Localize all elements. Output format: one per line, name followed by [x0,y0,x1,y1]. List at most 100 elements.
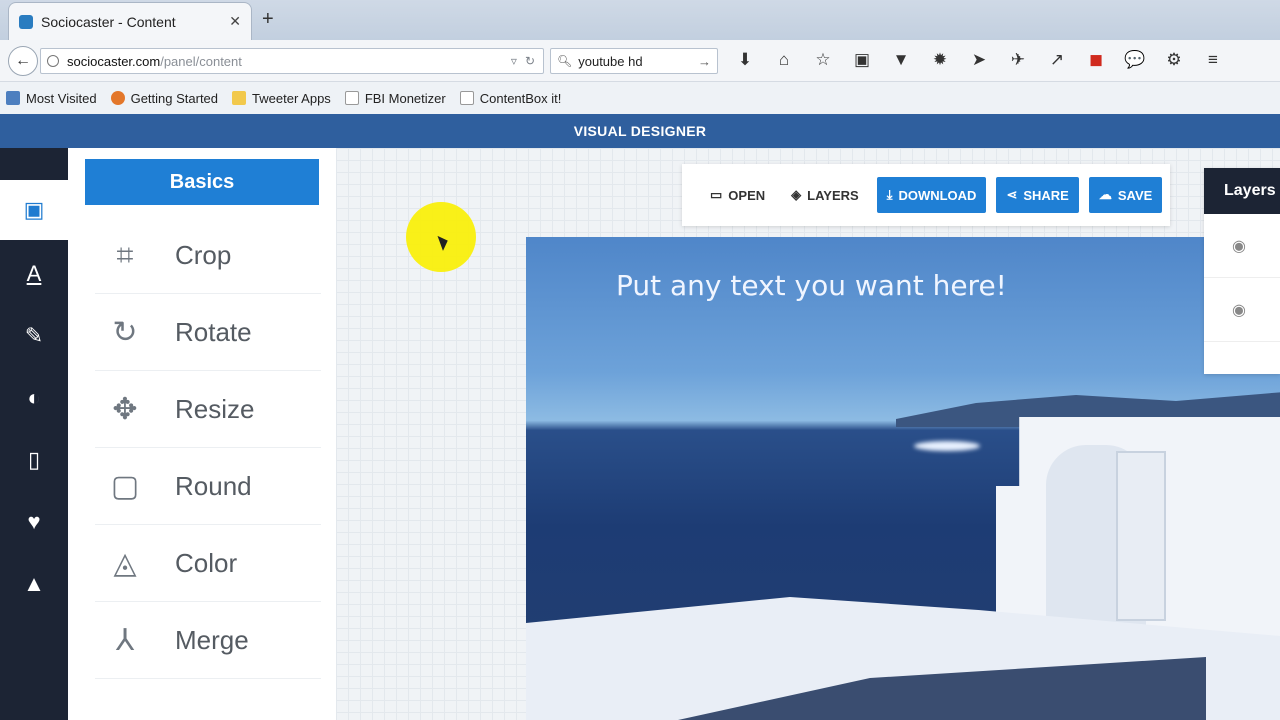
resize-tool[interactable]: ✥ Resize [95,372,321,448]
bookmark-label: ContentBox it! [479,90,562,106]
bookmark-label: Getting Started [130,90,219,106]
photo-boat-light [914,441,980,451]
text-icon: A [26,261,42,286]
button-label: LAYERS [807,187,859,203]
nav-background[interactable]: ▲ [0,554,68,614]
folder-icon: ▭ [710,187,723,202]
design-canvas[interactable]: Put any text you want here! [526,237,1280,720]
layer-row[interactable]: ◉ [1204,278,1280,342]
search-input[interactable]: youtube hd [578,54,642,69]
download-button[interactable]: ⤓ DOWNLOAD [876,177,987,213]
firefox-icon [110,91,125,105]
tab-title: Sociocaster - Content [41,13,176,30]
red-square-icon[interactable]: ◼ [1083,50,1109,70]
chat-icon[interactable]: 💬 [1122,50,1148,70]
crop-tool[interactable]: ⌗ Crop [95,218,321,294]
reload-icon[interactable]: ↻ [525,54,535,68]
bookmark-fbi-monetizer[interactable]: FBI Monetizer [344,90,446,106]
save-button[interactable]: ☁ SAVE [1088,177,1163,213]
page-title: VISUAL DESIGNER [573,123,707,139]
search-go-icon[interactable]: → [698,54,711,69]
tool-label: Resize [175,394,255,424]
bookmark-tweeter-apps[interactable]: Tweeter Apps [232,91,331,106]
app-header: VISUAL DESIGNER [0,114,1280,148]
photo-door [1116,451,1166,621]
pocket-icon[interactable]: ▼ [888,50,914,70]
color-tool[interactable]: ◬ Color [95,526,321,602]
bookmark-contentbox[interactable]: ContentBox it! [459,90,562,106]
layers-button[interactable]: ◈ LAYERS [783,187,867,203]
merge-icon: ⅄ [115,624,135,657]
page-icon [459,91,474,105]
browser-tab-bar: Sociocaster - Content ✕ + [0,0,1280,40]
bookmark-most-visited[interactable]: Most Visited [6,91,97,106]
browser-tab[interactable]: Sociocaster - Content ✕ [8,2,252,40]
nav-frame[interactable]: ▯ [0,430,68,490]
tool-label: Crop [175,240,232,270]
nav-brush[interactable]: ✎ [0,306,68,366]
open-button[interactable]: ▭ OPEN [702,187,773,203]
canvas-text-layer[interactable]: Put any text you want here! [616,269,1007,302]
tool-label: Merge [175,625,249,655]
landscape-icon: ▲ [23,571,45,596]
round-icon: ▢ [110,470,140,503]
star-icon[interactable]: ☆ [810,50,836,70]
nav-text[interactable]: A [0,244,68,304]
home-icon[interactable]: ⌂ [771,50,797,70]
tools-icon[interactable]: ✈ [1005,50,1031,70]
eye-icon[interactable]: ◉ [1232,300,1246,320]
tools-panel: Basics ⌗ Crop ↻ Rotate ✥ Resize ▢ Round ◬ Col… [68,148,336,720]
layer-row[interactable]: ◉ [1204,214,1280,278]
close-tab-icon[interactable]: ✕ [229,13,241,30]
bookmarks-icon [6,91,20,105]
address-bar[interactable]: sociocaster.com/panel/content ▿ ↻ [40,48,544,74]
url-host: sociocaster.com [67,53,161,69]
new-tab-icon[interactable]: + [262,8,274,31]
clipboard-icon[interactable]: ▣ [849,50,875,70]
globe-icon [47,55,59,67]
round-tool[interactable]: ▢ Round [95,449,321,525]
rotate-tool[interactable]: ↻ Rotate [95,295,321,371]
extension-icon[interactable]: ✹ [927,50,953,70]
download-icon[interactable]: ⬇ [732,50,758,70]
button-label: SHARE [1023,187,1069,203]
nav-stickers[interactable]: ♥ [0,492,68,552]
eye-icon[interactable]: ◉ [1232,236,1246,256]
bookmark-label: Most Visited [26,90,97,106]
merge-tool[interactable]: ⅄ Merge [95,603,321,679]
nav-image[interactable]: ▣ [0,180,68,240]
folder-icon [232,91,247,105]
bookmark-label: FBI Monetizer [364,90,446,106]
search-icon: 🔍︎ [557,54,573,68]
puzzle-icon[interactable]: ⚙ [1161,50,1187,70]
pin-icon[interactable]: ↗ [1044,50,1070,70]
resize-icon: ✥ [112,393,138,426]
section-title: Basics [169,170,235,193]
image-icon: ▣ [23,197,45,222]
button-label: DOWNLOAD [898,187,977,203]
bookmark-getting-started[interactable]: Getting Started [110,90,219,106]
designer-left-nav: ▣ A ✎ ◐ ▯ ♥ ▲ [0,148,68,720]
back-button[interactable]: ← [8,46,38,76]
search-bar[interactable]: 🔍︎ youtube hd → [550,48,718,74]
tool-label: Rotate [175,317,252,347]
bookmarks-bar: Most Visited Getting Started Tweeter App… [0,82,1280,114]
brush-icon: ✎ [24,323,44,348]
url-path: /panel/content [160,53,242,69]
basics-section-header[interactable]: Basics [85,159,319,205]
brightness-icon: ◐ [27,385,41,410]
url-dropdown-icon[interactable]: ▿ [511,54,517,68]
crop-icon: ⌗ [116,238,134,272]
bookmark-label: Tweeter Apps [252,90,331,106]
page-icon [344,91,359,105]
send-icon[interactable]: ➤ [966,50,992,70]
share-button[interactable]: ⋖ SHARE [996,177,1079,213]
nav-brightness[interactable]: ◐ [0,368,68,428]
button-label: OPEN [728,187,766,203]
tool-label: Round [175,471,252,501]
site-favicon-icon [19,14,33,29]
button-label: SAVE [1117,187,1153,203]
menu-icon[interactable]: ≡ [1200,50,1226,70]
download-icon: ⤓ [886,187,893,202]
cloud-upload-icon: ☁ [1098,187,1112,202]
